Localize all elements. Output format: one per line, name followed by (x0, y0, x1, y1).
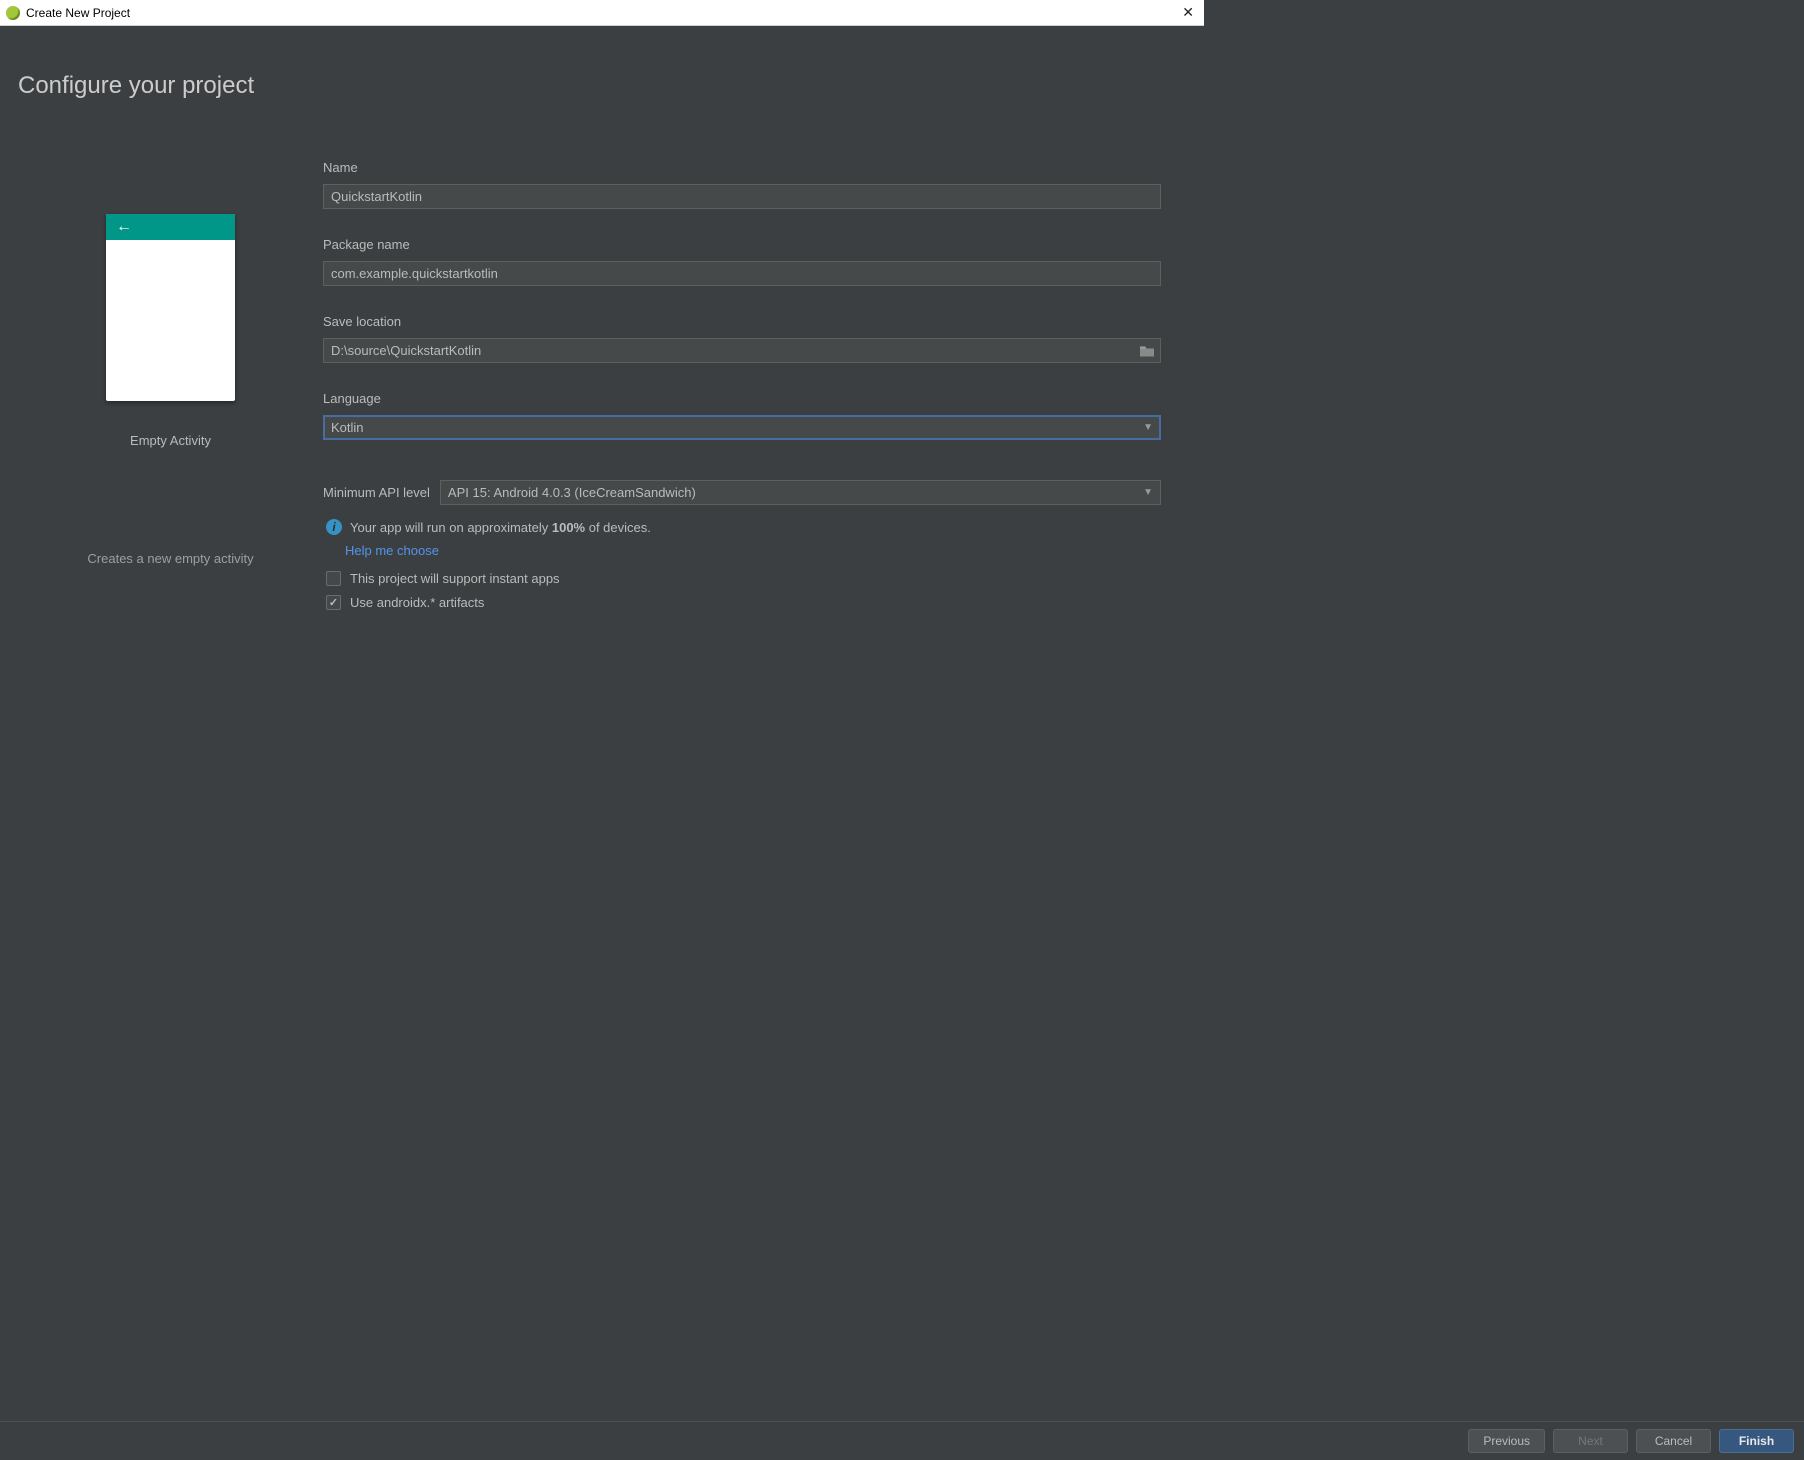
page-title: Configure your project (18, 72, 254, 100)
language-value: Kotlin (331, 420, 364, 435)
instant-apps-checkbox[interactable] (326, 571, 341, 586)
chevron-down-icon: ▼ (1143, 487, 1153, 498)
preview-toolbar: ← (106, 214, 235, 240)
api-level-select[interactable]: API 15: Android 4.0.3 (IceCreamSandwich)… (440, 480, 1161, 505)
androidx-checkbox[interactable] (326, 595, 341, 610)
api-level-value: API 15: Android 4.0.3 (IceCreamSandwich) (448, 485, 696, 500)
name-label: Name (323, 160, 1161, 175)
info-icon: i (326, 519, 342, 535)
api-label: Minimum API level (323, 485, 430, 500)
instant-apps-label: This project will support instant apps (350, 571, 560, 586)
androidx-label: Use androidx.* artifacts (350, 595, 484, 610)
previous-button[interactable]: Previous (1468, 1429, 1545, 1453)
form-column: Name Package name Save location Language… (323, 66, 1161, 933)
window-title: Create New Project (26, 6, 130, 20)
next-button: Next (1553, 1429, 1628, 1453)
finish-button[interactable]: Finish (1719, 1429, 1794, 1453)
back-arrow-icon: ← (116, 219, 132, 235)
preview-label: Empty Activity (130, 433, 211, 448)
chevron-down-icon: ▼ (1143, 422, 1153, 433)
cancel-button[interactable]: Cancel (1636, 1429, 1711, 1453)
title-bar: Create New Project ✕ (0, 0, 1204, 26)
close-icon[interactable]: ✕ (1182, 4, 1194, 21)
help-me-choose-link[interactable]: Help me choose (345, 543, 1161, 558)
preview-column: ← Empty Activity Creates a new empty act… (18, 66, 323, 933)
name-input[interactable] (323, 184, 1161, 209)
location-label: Save location (323, 314, 1161, 329)
language-select[interactable]: Kotlin ▼ (323, 415, 1161, 440)
package-input[interactable] (323, 261, 1161, 286)
preview-description: Creates a new empty activity (87, 551, 253, 566)
footer-bar: Previous Next Cancel Finish (0, 1421, 1804, 1460)
device-coverage-text: Your app will run on approximately 100% … (350, 520, 651, 535)
browse-folder-icon[interactable] (1139, 344, 1155, 357)
package-label: Package name (323, 237, 1161, 252)
language-label: Language (323, 391, 1161, 406)
activity-preview: ← (106, 214, 235, 401)
app-icon (6, 6, 20, 20)
location-input[interactable] (323, 338, 1161, 363)
